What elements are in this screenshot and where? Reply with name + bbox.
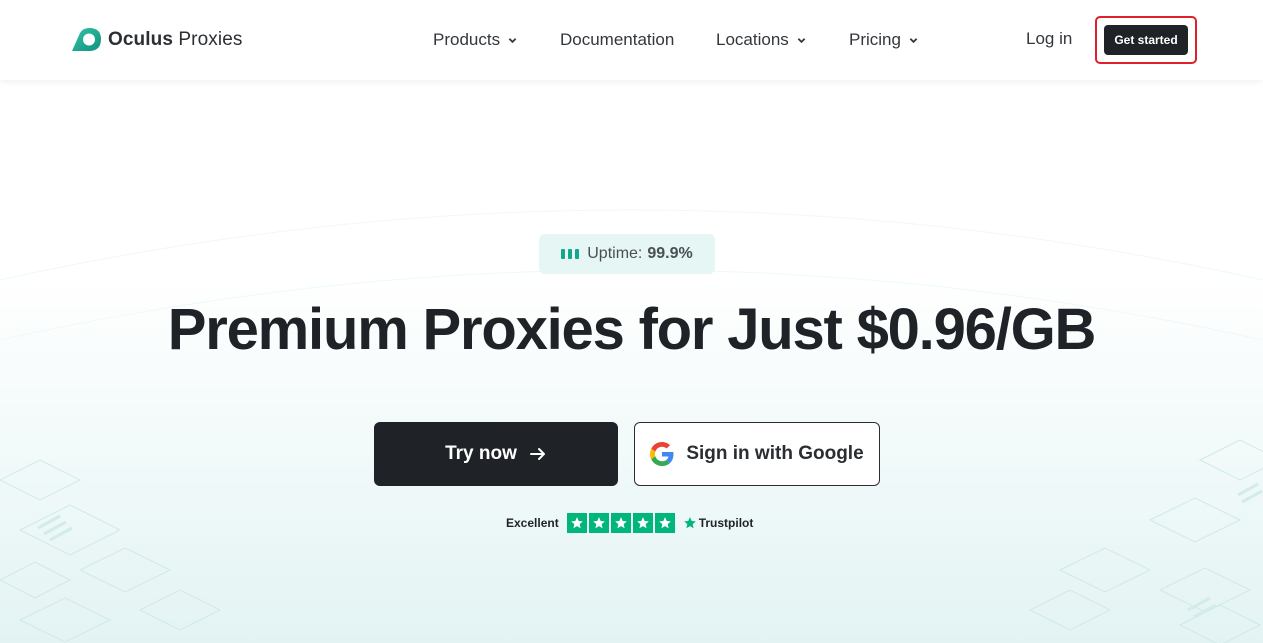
nav-item-pricing[interactable]: Pricing	[849, 29, 918, 51]
hero-headline: Premium Proxies for Just $0.96/GB	[167, 297, 1097, 362]
star-icon	[654, 513, 675, 533]
trustpilot-logo: Trustpilot	[683, 516, 754, 530]
try-now-button[interactable]: Try now	[374, 422, 618, 486]
google-signin-label: Sign in with Google	[686, 443, 864, 464]
nav-item-label: Pricing	[849, 30, 901, 49]
rating-label: Excellent	[506, 516, 559, 530]
arrow-right-icon	[529, 448, 545, 460]
chevron-down-icon	[508, 37, 517, 43]
nav-item-label: Documentation	[560, 30, 675, 49]
trustpilot-label: Trustpilot	[698, 516, 754, 530]
nav-item-products[interactable]: Products	[433, 29, 517, 51]
uptime-badge: Uptime: 99.9%	[539, 234, 715, 274]
try-now-label: Try now	[445, 443, 517, 464]
rating-stars	[566, 513, 675, 533]
site-header: Oculus Proxies Products Documentation Lo…	[0, 0, 1263, 80]
chevron-down-icon	[797, 37, 806, 43]
cta-highlight: Get started	[1095, 16, 1197, 64]
google-icon	[650, 442, 674, 466]
login-link[interactable]: Log in	[1026, 29, 1072, 49]
nav-item-label: Products	[433, 30, 501, 49]
nav-item-locations[interactable]: Locations	[716, 29, 806, 51]
trustpilot-rating[interactable]: Excellent Trustpilot	[506, 512, 753, 534]
nav-item-label: Locations	[716, 30, 789, 49]
star-icon	[588, 513, 609, 533]
uptime-label: Uptime:	[587, 245, 643, 262]
main-nav: Products Documentation Locations Pricing	[0, 0, 1263, 80]
trustpilot-star-icon	[683, 517, 696, 529]
star-icon	[632, 513, 653, 533]
get-started-button[interactable]: Get started	[1104, 25, 1188, 55]
uptime-value: 99.9%	[647, 245, 693, 262]
star-icon	[566, 513, 587, 533]
nav-item-documentation[interactable]: Documentation	[560, 29, 674, 51]
google-signin-button[interactable]: Sign in with Google	[634, 422, 880, 486]
signal-bars-icon	[561, 249, 580, 259]
star-icon	[610, 513, 631, 533]
chevron-down-icon	[909, 37, 918, 43]
